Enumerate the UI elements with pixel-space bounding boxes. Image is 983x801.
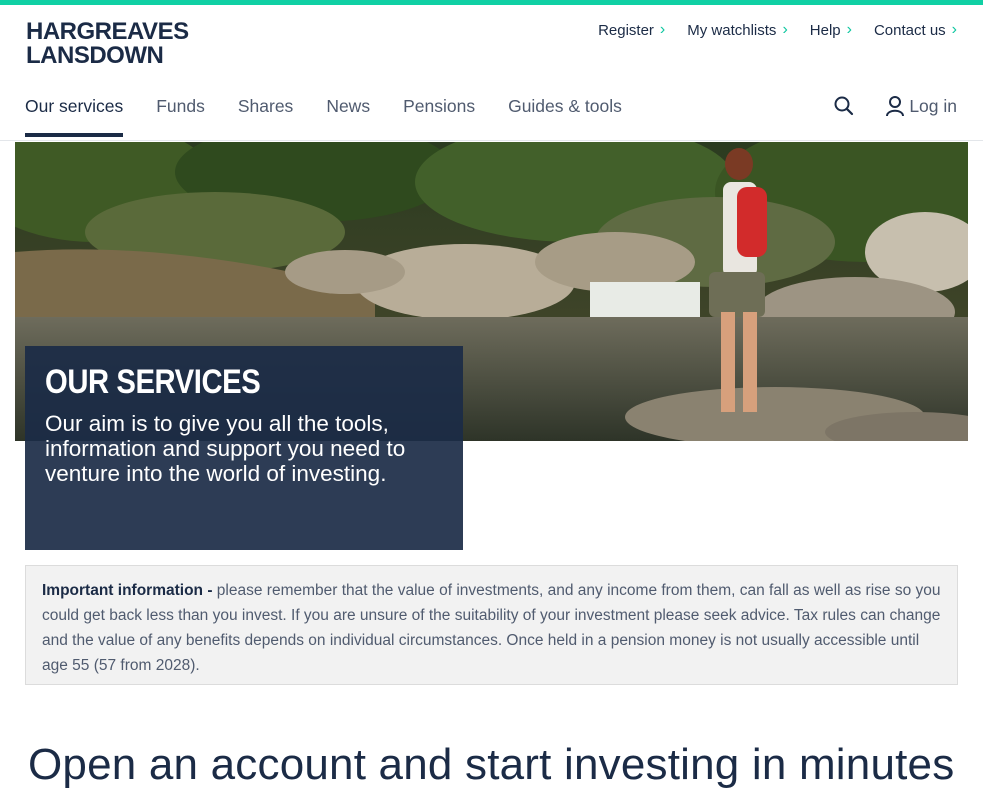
- chevron-right-icon: ›: [659, 21, 666, 38]
- logo-line-2: LANSDOWN: [26, 42, 164, 69]
- chevron-right-icon: ›: [951, 21, 957, 38]
- nav-item-guides-tools[interactable]: Guides & tools: [508, 96, 622, 137]
- important-information: Important information - please remember …: [25, 565, 958, 685]
- watchlists-label: My watchlists: [687, 21, 777, 39]
- contact-label: Contact us: [873, 21, 946, 39]
- nav-divider: [0, 140, 983, 141]
- accent-top-bar: [0, 0, 983, 5]
- nav-item-pensions[interactable]: Pensions: [403, 96, 475, 137]
- nav-item-shares[interactable]: Shares: [238, 96, 293, 137]
- contact-link[interactable]: Contact us ›: [874, 21, 957, 39]
- user-icon: [886, 96, 905, 117]
- utility-nav: Register › My watchlists › Help › Contac…: [598, 21, 957, 39]
- nav-actions: Log in: [833, 95, 957, 117]
- chevron-right-icon: ›: [846, 21, 852, 38]
- register-label: Register: [598, 21, 654, 39]
- search-icon[interactable]: [833, 95, 855, 117]
- main-nav: Our services Funds Shares News Pensions …: [25, 96, 655, 137]
- login-label: Log in: [909, 95, 957, 116]
- hero-callout: OUR SERVICES Our aim is to give you all …: [25, 346, 463, 550]
- login-link[interactable]: Log in: [885, 95, 957, 117]
- brand-logo[interactable]: HARGREAVES LANSDOWN: [26, 20, 189, 68]
- open-account-heading: Open an account and start investing in m…: [28, 740, 955, 789]
- hero-subtitle: Our aim is to give you all the tools, in…: [45, 411, 406, 486]
- help-label: Help: [809, 21, 841, 39]
- nav-item-our-services[interactable]: Our services: [25, 96, 124, 137]
- watchlists-link[interactable]: My watchlists ›: [687, 21, 788, 39]
- page-title: OUR SERVICES: [45, 363, 261, 401]
- help-link[interactable]: Help ›: [810, 21, 852, 39]
- register-link[interactable]: Register ›: [598, 21, 665, 39]
- nav-item-funds[interactable]: Funds: [156, 96, 205, 137]
- nav-item-news[interactable]: News: [326, 96, 370, 137]
- chevron-right-icon: ›: [782, 21, 788, 38]
- logo-line-1: HARGREAVES: [26, 18, 189, 45]
- important-info-label: Important information -: [42, 582, 213, 599]
